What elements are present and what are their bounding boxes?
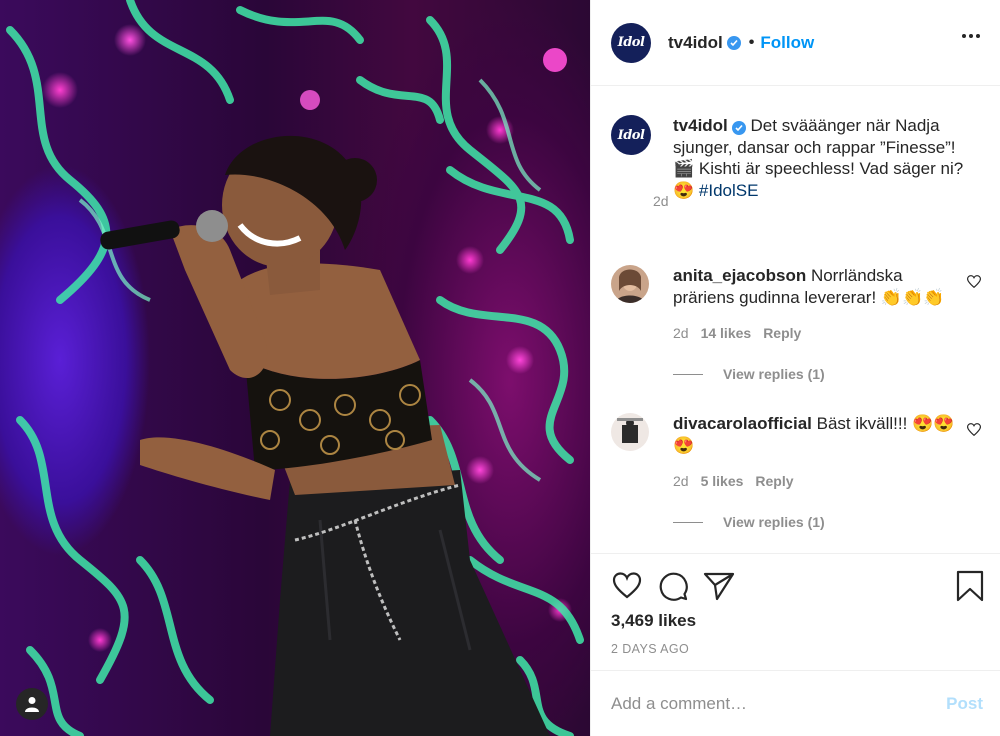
post-button[interactable]: Post	[946, 694, 983, 714]
comment-username[interactable]: anita_ejacobson	[673, 266, 806, 285]
caption-timestamp[interactable]: 2d	[653, 193, 669, 209]
caption-logo-text: Idol	[617, 127, 645, 143]
comment-meta: 2d 5 likes Reply	[673, 473, 794, 489]
comment-likes[interactable]: 5 likes	[701, 473, 744, 489]
comment-meta: 2d 14 likes Reply	[673, 325, 801, 341]
caption-hashtag[interactable]: #IdolSE	[699, 181, 759, 200]
verified-badge-icon	[726, 35, 741, 50]
view-replies-button[interactable]: View replies (1)	[673, 514, 825, 530]
post-actions: 3,469 likes 2 DAYS AGO	[591, 553, 1000, 670]
account-avatar[interactable]: Idol	[611, 22, 651, 63]
comment-text: anita_ejacobson Norrländska präriens gud…	[673, 265, 963, 308]
replies-divider	[673, 373, 703, 375]
clapper-icon: 🎬	[673, 159, 695, 178]
follow-button[interactable]: Follow	[760, 33, 814, 53]
heart-icon[interactable]	[966, 423, 982, 441]
like-count[interactable]: 3,469 likes	[611, 611, 696, 631]
stage-background-illustration	[6, 0, 584, 736]
post-caption: Idol tv4idol Det svääänger när Nadja sju…	[611, 115, 981, 201]
post-photo[interactable]	[0, 0, 590, 736]
user-circle-icon[interactable]	[16, 688, 48, 720]
caption-avatar[interactable]: Idol	[611, 115, 651, 155]
separator-dot: •	[748, 33, 755, 51]
caption-username[interactable]: tv4idol	[673, 116, 728, 135]
bookmark-icon[interactable]	[956, 570, 984, 607]
comment-time[interactable]: 2d	[673, 473, 689, 489]
verified-badge-icon	[731, 121, 746, 135]
view-replies-button[interactable]: View replies (1)	[673, 366, 825, 382]
comment-icon[interactable]	[657, 570, 689, 602]
comments-section: Idol tv4idol Det svääänger när Nadja sju…	[591, 87, 1000, 553]
comment-text: divacarolaofficial Bäst ikväll!!! 😍😍😍	[673, 413, 963, 456]
view-replies-label: View replies (1)	[723, 514, 825, 530]
view-replies-label: View replies (1)	[723, 366, 825, 382]
heart-icon[interactable]	[966, 275, 982, 293]
comment-input[interactable]	[611, 693, 947, 714]
commenter-avatar[interactable]	[611, 265, 649, 303]
logo-text: Idol	[617, 35, 645, 50]
commenter-avatar[interactable]	[611, 413, 649, 451]
caption-line2: Kishti är speechless! Vad säger ni?	[698, 159, 964, 178]
action-icon-row	[611, 570, 735, 602]
reply-button[interactable]: Reply	[763, 325, 801, 341]
add-comment-bar: Post	[591, 670, 1000, 736]
post-dialog: Idol tv4idol • Follow Idol tv4idol Det s…	[0, 0, 1000, 736]
caption-text: tv4idol Det svääänger när Nadja sjunger,…	[673, 115, 981, 201]
share-icon[interactable]	[703, 570, 735, 602]
replies-divider	[673, 521, 703, 523]
heart-icon[interactable]	[611, 570, 643, 602]
post-header: Idol tv4idol • Follow	[591, 0, 1000, 86]
post-sidebar: Idol tv4idol • Follow Idol tv4idol Det s…	[590, 0, 1000, 736]
comment-likes[interactable]: 14 likes	[701, 325, 752, 341]
performer-figure	[100, 135, 550, 736]
header-username[interactable]: tv4idol	[668, 33, 723, 53]
reply-button[interactable]: Reply	[755, 473, 793, 489]
comment-time[interactable]: 2d	[673, 325, 689, 341]
post-date[interactable]: 2 DAYS AGO	[611, 642, 689, 656]
heart-eyes-icon: 😍	[673, 180, 695, 200]
comment-username[interactable]: divacarolaofficial	[673, 414, 812, 433]
more-horizontal-icon[interactable]	[962, 34, 980, 38]
